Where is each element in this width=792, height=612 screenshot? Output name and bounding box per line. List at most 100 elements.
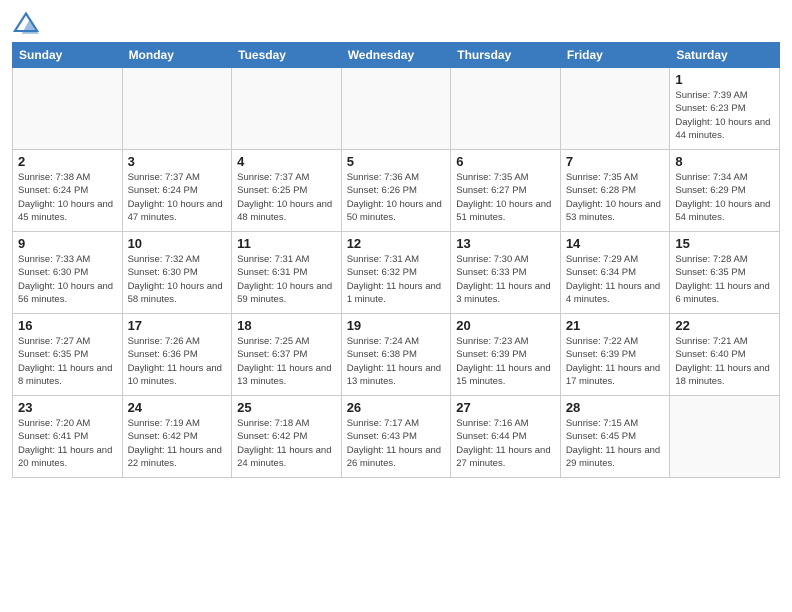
day-number: 11: [237, 236, 336, 251]
day-info: Sunrise: 7:17 AM Sunset: 6:43 PM Dayligh…: [347, 417, 446, 470]
day-info: Sunrise: 7:21 AM Sunset: 6:40 PM Dayligh…: [675, 335, 774, 388]
week-row-2: 9 Sunrise: 7:33 AM Sunset: 6:30 PM Daylig…: [13, 232, 780, 314]
day-info: Sunrise: 7:31 AM Sunset: 6:31 PM Dayligh…: [237, 253, 336, 306]
calendar-cell: [451, 68, 561, 150]
day-info: Sunrise: 7:39 AM Sunset: 6:23 PM Dayligh…: [675, 89, 774, 142]
calendar-cell: [341, 68, 451, 150]
day-number: 25: [237, 400, 336, 415]
day-number: 23: [18, 400, 117, 415]
day-info: Sunrise: 7:26 AM Sunset: 6:36 PM Dayligh…: [128, 335, 227, 388]
day-number: 2: [18, 154, 117, 169]
calendar-cell: 6 Sunrise: 7:35 AM Sunset: 6:27 PM Daylig…: [451, 150, 561, 232]
day-number: 26: [347, 400, 446, 415]
calendar-cell: 19Sunrise: 7:24 AM Sunset: 6:38 PM Dayli…: [341, 314, 451, 396]
day-info: Sunrise: 7:32 AM Sunset: 6:30 PM Dayligh…: [128, 253, 227, 306]
day-info: Sunrise: 7:31 AM Sunset: 6:32 PM Dayligh…: [347, 253, 446, 306]
day-number: 28: [566, 400, 665, 415]
calendar-cell: 16 Sunrise: 7:27 AM Sunset: 6:35 PM Dayli…: [13, 314, 123, 396]
calendar-cell: 2 Sunrise: 7:38 AM Sunset: 6:24 PM Daylig…: [13, 150, 123, 232]
week-row-3: 16 Sunrise: 7:27 AM Sunset: 6:35 PM Dayli…: [13, 314, 780, 396]
calendar-cell: 5 Sunrise: 7:36 AM Sunset: 6:26 PM Daylig…: [341, 150, 451, 232]
day-number: 18: [237, 318, 336, 333]
day-info: Sunrise: 7:34 AM Sunset: 6:29 PM Dayligh…: [675, 171, 774, 224]
day-info: Sunrise: 7:35 AM Sunset: 6:27 PM Dayligh…: [456, 171, 555, 224]
day-number: 8: [675, 154, 774, 169]
calendar-cell: [560, 68, 670, 150]
day-info: Sunrise: 7:19 AM Sunset: 6:42 PM Dayligh…: [128, 417, 227, 470]
week-row-1: 2 Sunrise: 7:38 AM Sunset: 6:24 PM Daylig…: [13, 150, 780, 232]
day-number: 9: [18, 236, 117, 251]
calendar-cell: 18 Sunrise: 7:25 AM Sunset: 6:37 PM Dayli…: [232, 314, 342, 396]
header: [12, 10, 780, 38]
calendar-cell: 27 Sunrise: 7:16 AM Sunset: 6:44 PM Dayli…: [451, 396, 561, 478]
calendar-cell: [13, 68, 123, 150]
page: SundayMondayTuesdayWednesdayThursdayFrid…: [0, 0, 792, 612]
day-number: 16: [18, 318, 117, 333]
calendar-cell: 17 Sunrise: 7:26 AM Sunset: 6:36 PM Dayli…: [122, 314, 232, 396]
calendar-cell: 7 Sunrise: 7:35 AM Sunset: 6:28 PM Daylig…: [560, 150, 670, 232]
calendar-cell: 12 Sunrise: 7:31 AM Sunset: 6:32 PM Dayli…: [341, 232, 451, 314]
day-number: 3: [128, 154, 227, 169]
day-info: Sunrise: 7:29 AM Sunset: 6:34 PM Dayligh…: [566, 253, 665, 306]
week-row-4: 23 Sunrise: 7:20 AM Sunset: 6:41 PM Dayli…: [13, 396, 780, 478]
calendar-cell: 13 Sunrise: 7:30 AM Sunset: 6:33 PM Dayli…: [451, 232, 561, 314]
day-number: 5: [347, 154, 446, 169]
day-info: Sunrise: 7:16 AM Sunset: 6:44 PM Dayligh…: [456, 417, 555, 470]
day-number: 19: [347, 318, 446, 333]
day-info: Sunrise: 7:38 AM Sunset: 6:24 PM Dayligh…: [18, 171, 117, 224]
day-info: Sunrise: 7:18 AM Sunset: 6:42 PM Dayligh…: [237, 417, 336, 470]
calendar-cell: 24 Sunrise: 7:19 AM Sunset: 6:42 PM Dayli…: [122, 396, 232, 478]
day-info: Sunrise: 7:23 AM Sunset: 6:39 PM Dayligh…: [456, 335, 555, 388]
calendar-cell: 3Sunrise: 7:37 AM Sunset: 6:24 PM Daylig…: [122, 150, 232, 232]
day-info: Sunrise: 7:36 AM Sunset: 6:26 PM Dayligh…: [347, 171, 446, 224]
day-info: Sunrise: 7:15 AM Sunset: 6:45 PM Dayligh…: [566, 417, 665, 470]
day-info: Sunrise: 7:20 AM Sunset: 6:41 PM Dayligh…: [18, 417, 117, 470]
weekday-header-saturday: Saturday: [670, 43, 780, 68]
calendar-cell: 22 Sunrise: 7:21 AM Sunset: 6:40 PM Dayli…: [670, 314, 780, 396]
day-number: 21: [566, 318, 665, 333]
day-info: Sunrise: 7:25 AM Sunset: 6:37 PM Dayligh…: [237, 335, 336, 388]
logo-icon: [12, 10, 40, 38]
calendar-cell: 26 Sunrise: 7:17 AM Sunset: 6:43 PM Dayli…: [341, 396, 451, 478]
day-number: 7: [566, 154, 665, 169]
calendar-cell: 23 Sunrise: 7:20 AM Sunset: 6:41 PM Dayli…: [13, 396, 123, 478]
calendar-cell: 4Sunrise: 7:37 AM Sunset: 6:25 PM Daylig…: [232, 150, 342, 232]
calendar-cell: 8 Sunrise: 7:34 AM Sunset: 6:29 PM Daylig…: [670, 150, 780, 232]
day-number: 15: [675, 236, 774, 251]
day-number: 6: [456, 154, 555, 169]
day-info: Sunrise: 7:35 AM Sunset: 6:28 PM Dayligh…: [566, 171, 665, 224]
calendar-cell: [670, 396, 780, 478]
weekday-header-tuesday: Tuesday: [232, 43, 342, 68]
day-info: Sunrise: 7:27 AM Sunset: 6:35 PM Dayligh…: [18, 335, 117, 388]
day-number: 17: [128, 318, 227, 333]
day-number: 22: [675, 318, 774, 333]
day-info: Sunrise: 7:30 AM Sunset: 6:33 PM Dayligh…: [456, 253, 555, 306]
day-info: Sunrise: 7:37 AM Sunset: 6:25 PM Dayligh…: [237, 171, 336, 224]
weekday-header-friday: Friday: [560, 43, 670, 68]
weekday-header-sunday: Sunday: [13, 43, 123, 68]
calendar: SundayMondayTuesdayWednesdayThursdayFrid…: [12, 42, 780, 478]
calendar-cell: 15 Sunrise: 7:28 AM Sunset: 6:35 PM Dayli…: [670, 232, 780, 314]
day-number: 13: [456, 236, 555, 251]
calendar-cell: [122, 68, 232, 150]
weekday-header-wednesday: Wednesday: [341, 43, 451, 68]
day-number: 12: [347, 236, 446, 251]
logo: [12, 10, 44, 38]
calendar-cell: 21 Sunrise: 7:22 AM Sunset: 6:39 PM Dayli…: [560, 314, 670, 396]
day-number: 14: [566, 236, 665, 251]
weekday-header-thursday: Thursday: [451, 43, 561, 68]
day-info: Sunrise: 7:22 AM Sunset: 6:39 PM Dayligh…: [566, 335, 665, 388]
day-number: 20: [456, 318, 555, 333]
day-number: 24: [128, 400, 227, 415]
calendar-cell: 10 Sunrise: 7:32 AM Sunset: 6:30 PM Dayli…: [122, 232, 232, 314]
day-number: 27: [456, 400, 555, 415]
day-number: 10: [128, 236, 227, 251]
day-number: 1: [675, 72, 774, 87]
calendar-cell: 11 Sunrise: 7:31 AM Sunset: 6:31 PM Dayli…: [232, 232, 342, 314]
week-row-0: 1 Sunrise: 7:39 AM Sunset: 6:23 PM Daylig…: [13, 68, 780, 150]
calendar-cell: 20 Sunrise: 7:23 AM Sunset: 6:39 PM Dayli…: [451, 314, 561, 396]
day-info: Sunrise: 7:33 AM Sunset: 6:30 PM Dayligh…: [18, 253, 117, 306]
calendar-cell: 14 Sunrise: 7:29 AM Sunset: 6:34 PM Dayli…: [560, 232, 670, 314]
weekday-header-row: SundayMondayTuesdayWednesdayThursdayFrid…: [13, 43, 780, 68]
day-info: Sunrise: 7:28 AM Sunset: 6:35 PM Dayligh…: [675, 253, 774, 306]
